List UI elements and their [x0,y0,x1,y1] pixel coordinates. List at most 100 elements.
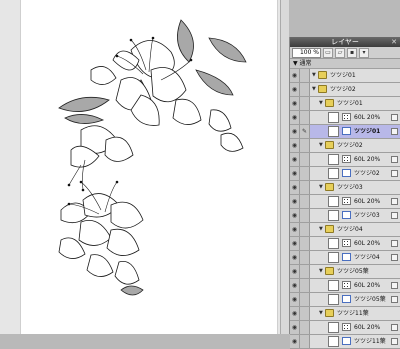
layer-property-toggle[interactable] [391,338,398,345]
eye-icon[interactable]: ◉ [290,237,300,250]
eye-icon[interactable]: ◉ [290,125,300,138]
expand-triangle-icon[interactable]: ▼ [319,97,323,110]
layer-row[interactable]: ◉ ツツジ02 [290,167,400,181]
canvas-vertical-scrollbar[interactable] [280,0,289,334]
layer-property-toggle[interactable] [391,324,398,331]
layer-property-toggle[interactable] [391,114,398,121]
folder-icon [325,309,334,317]
layer-row[interactable]: ◉ 60L 20% [290,111,400,125]
layer-property-toggle[interactable] [391,240,398,247]
lock-toggle[interactable] [300,209,310,222]
lock-toggle[interactable] [300,307,310,320]
layer-property-toggle[interactable] [391,254,398,261]
lock-toggle[interactable] [300,251,310,264]
eye-icon[interactable]: ◉ [290,279,300,292]
canvas-area[interactable] [0,0,289,334]
lock-toggle[interactable] [300,153,310,166]
eye-icon[interactable]: ◉ [290,97,300,110]
layer-row[interactable]: ◉ 60L 20% [290,279,400,293]
layer-property-toggle[interactable] [391,212,398,219]
layer-row[interactable]: ◉ 60L 20% [290,153,400,167]
layer-row[interactable]: ◉ ▼ ツツジ04 [290,223,400,237]
expand-triangle-icon[interactable]: ▼ [312,69,316,82]
layer-row[interactable]: ◉ 60L 20% [290,237,400,251]
expand-triangle-icon[interactable]: ▼ [319,181,323,194]
layer-label: 60L 20% [354,240,381,247]
lock-toggle[interactable] [300,335,310,348]
lock-toggle[interactable] [300,181,310,194]
eye-icon[interactable]: ◉ [290,335,300,348]
eye-icon[interactable]: ◉ [290,83,300,96]
lock-toggle[interactable] [300,167,310,180]
lock-toggle[interactable] [300,293,310,306]
folder-icon [325,99,334,107]
expand-triangle-icon[interactable]: ▼ [319,223,323,236]
layer-property-toggle[interactable] [391,198,398,205]
close-icon[interactable]: ✕ [390,38,398,46]
blend-mode-row[interactable]: ▼ 通常 [290,59,400,69]
opacity-field[interactable]: 100 % [292,47,321,58]
layer-label: 60L 20% [354,324,381,331]
layer-row[interactable]: ◉ ▼ ツツジ01 [290,69,400,83]
new-folder-icon[interactable]: ▱ [335,47,345,58]
lock-toggle[interactable] [300,111,310,124]
layer-panel-title[interactable]: レイヤー ✕ [290,37,400,47]
lock-toggle[interactable] [300,321,310,334]
layer-row[interactable]: ◉ ▼ ツツジ02 [290,139,400,153]
flower-petal [86,254,114,277]
layer-row[interactable]: ◉ 60L 20% [290,195,400,209]
lock-toggle[interactable] [300,195,310,208]
layer-property-toggle[interactable] [391,170,398,177]
layer-options-icon[interactable]: ▾ [359,47,369,58]
layer-property-toggle[interactable] [391,296,398,303]
eye-icon[interactable]: ◉ [290,69,300,82]
layer-thumbnail [328,168,339,179]
eye-icon[interactable]: ◉ [290,251,300,264]
drawing-page[interactable] [20,0,278,334]
eye-icon[interactable]: ◉ [290,223,300,236]
lock-toggle[interactable] [300,237,310,250]
lock-toggle[interactable] [300,265,310,278]
layer-label: ツツジ05葉 [337,268,369,275]
layer-row[interactable]: ◉ ▼ ツツジ05葉 [290,265,400,279]
new-layer-icon[interactable]: ▭ [323,47,333,58]
expand-triangle-icon[interactable]: ▼ [319,307,323,320]
lock-toggle[interactable] [300,69,310,82]
vector-layer-icon [342,295,351,303]
eye-icon[interactable]: ◉ [290,111,300,124]
expand-triangle-icon[interactable]: ▼ [319,265,323,278]
eye-icon[interactable]: ◉ [290,293,300,306]
layer-row[interactable]: ◉ ツツジ04 [290,251,400,265]
layer-label: ツツジ02 [354,170,380,177]
delete-layer-icon[interactable]: ▪ [347,47,357,58]
layer-row[interactable]: ◉ 60L 20% [290,321,400,335]
expand-triangle-icon[interactable]: ▼ [319,139,323,152]
layer-row[interactable]: ◉ ▼ ツツジ03 [290,181,400,195]
eye-icon[interactable]: ◉ [290,195,300,208]
eye-icon[interactable]: ◉ [290,321,300,334]
eye-icon[interactable]: ◉ [290,139,300,152]
layer-property-toggle[interactable] [391,128,398,135]
pen-icon[interactable]: ✎ [300,125,310,138]
eye-icon[interactable]: ◉ [290,265,300,278]
layer-row[interactable]: ◉ ▼ ツツジ01 [290,97,400,111]
layer-row[interactable]: ◉ ✎ ツツジ01 [290,125,400,139]
layer-row[interactable]: ◉ ツツジ11葉 [290,335,400,349]
layer-row[interactable]: ◉ ▼ ツツジ11葉 [290,307,400,321]
eye-icon[interactable]: ◉ [290,209,300,222]
expand-triangle-icon[interactable]: ▼ [312,83,316,96]
eye-icon[interactable]: ◉ [290,307,300,320]
lock-toggle[interactable] [300,83,310,96]
layer-property-toggle[interactable] [391,282,398,289]
layer-property-toggle[interactable] [391,156,398,163]
lock-toggle[interactable] [300,97,310,110]
layer-row[interactable]: ◉ ツツジ03 [290,209,400,223]
lock-toggle[interactable] [300,139,310,152]
layer-row[interactable]: ◉ ▼ ツツジ02 [290,83,400,97]
eye-icon[interactable]: ◉ [290,153,300,166]
layer-row[interactable]: ◉ ツツジ05葉 [290,293,400,307]
eye-icon[interactable]: ◉ [290,167,300,180]
lock-toggle[interactable] [300,279,310,292]
eye-icon[interactable]: ◉ [290,181,300,194]
lock-toggle[interactable] [300,223,310,236]
